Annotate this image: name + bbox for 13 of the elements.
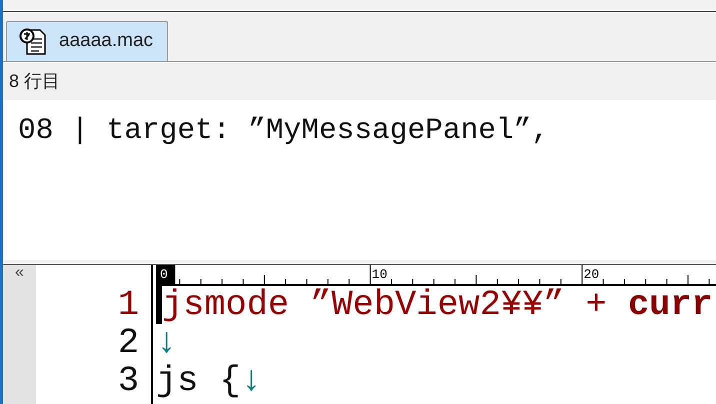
newline-mark: ↓ [240,360,262,403]
line-number: 1 [118,286,139,324]
line-number: 2 [118,324,139,362]
line-indicator: 8 行目 [9,70,60,93]
ruler-label: 10 [372,267,388,282]
preview-line: 08 | target: ”MyMessagePanel”, [18,113,550,147]
collapse-button[interactable]: « [15,265,24,281]
ruler-label: 20 [584,267,600,282]
file-tab[interactable]: aaaaa.mac [6,21,168,61]
document-icon [19,26,49,56]
ruler-label: 0 [160,267,168,282]
code-text: curr [628,284,713,327]
line-number: 3 [118,362,139,400]
